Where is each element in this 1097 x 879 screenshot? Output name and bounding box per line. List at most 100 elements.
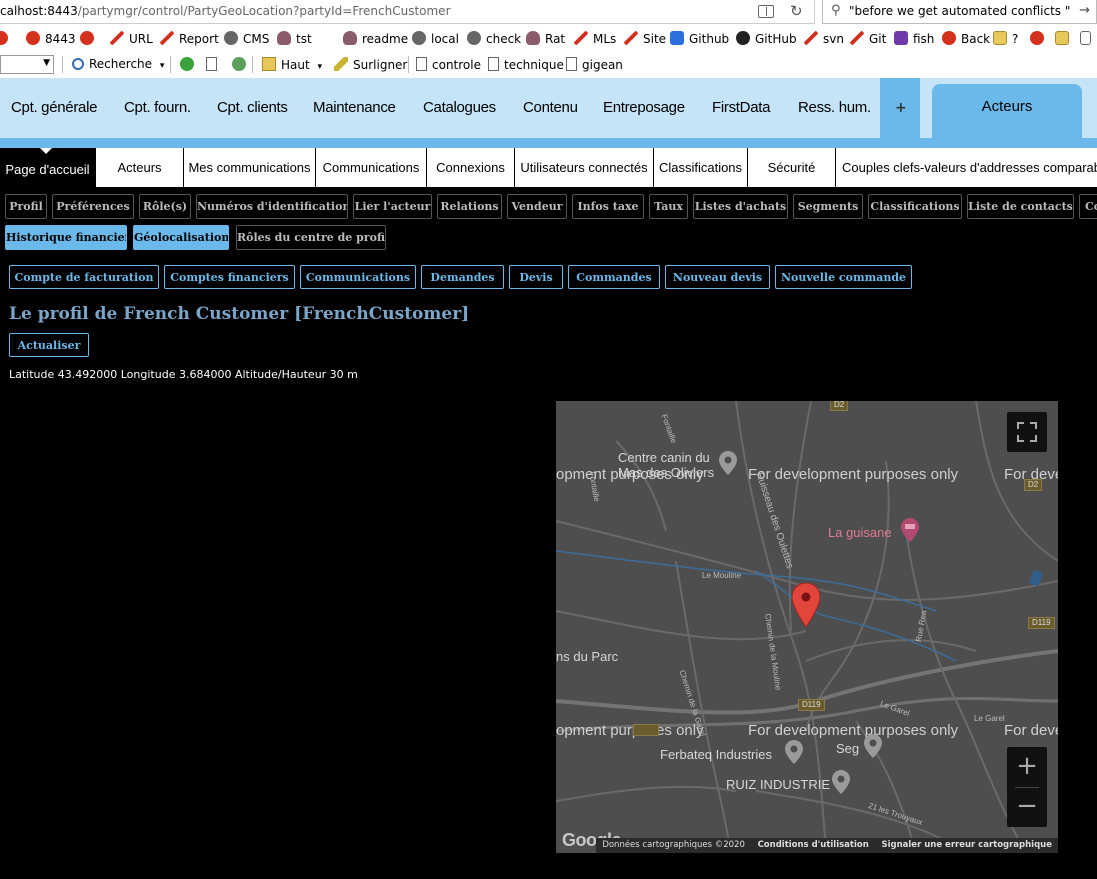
subnav-geolocalisation[interactable]: Géolocalisation [133,225,229,250]
bookmark-url[interactable]: URL [110,31,153,46]
tab-classifications[interactable]: Classifications [654,148,748,187]
poi-ruiz-industrie[interactable]: RUIZ INDUSTRIE [726,777,830,792]
menu-entreposage[interactable]: Entreposage [603,99,685,116]
bookmark-mls[interactable]: MLs [574,31,616,46]
subnav-liste-contacts[interactable]: Liste de contacts [967,194,1074,219]
menu-more-button[interactable]: + [880,78,920,138]
menu-ress-hum[interactable]: Ress. hum. [798,99,871,116]
devis-button[interactable]: Devis [509,265,563,289]
bookmark-image-icon[interactable] [1055,31,1074,46]
reload-icon[interactable]: ↻ [790,2,803,20]
bookmark-technique[interactable]: technique [488,57,564,72]
bookmark-github-2[interactable]: GitHub [736,31,797,46]
subnav-roles[interactable]: Rôle(s) [139,194,191,219]
hotel-pin-icon[interactable] [901,518,919,542]
poi-pin-icon[interactable] [832,770,850,794]
subnav-classifications[interactable]: Classifications [868,194,962,219]
bookmark-back[interactable]: Back [942,31,990,46]
terms-of-use-link[interactable]: Conditions d'utilisation [758,840,869,850]
subnav-preferences[interactable]: Préférences [52,194,134,219]
poi-la-guisane[interactable]: La guisane [828,525,892,540]
poi-centre-canin[interactable]: Centre canin du Mas des Oliviers [618,450,718,480]
nouvelle-commande-button[interactable]: Nouvelle commande [775,265,912,289]
tab-utilisateurs-connectes[interactable]: Utilisateurs connectés [515,148,654,187]
stack-button[interactable] [206,57,222,72]
subnav-roles-centre-profit[interactable]: Rôles du centre de profit [236,225,386,250]
surligner-button[interactable]: Surligner [334,57,407,72]
menu-cpt-generale[interactable]: Cpt. générale [11,99,97,116]
subnav-listes-achats[interactable]: Listes d'achats [693,194,788,219]
url-text[interactable]: calhost:8443/partymgr/control/PartyGeoLo… [0,4,451,18]
bookmark-tst[interactable]: tst [277,31,312,46]
zoom-in-button[interactable]: + [1007,747,1047,787]
subnav-numeros-identification[interactable]: Numéros d'identification [196,194,348,219]
tab-securite[interactable]: Sécurité [748,148,836,187]
subnav-relations[interactable]: Relations [437,194,502,219]
recherche-button[interactable]: Recherche ▾ [72,57,164,71]
poi-pin-icon[interactable] [719,451,737,475]
menu-contenu[interactable]: Contenu [523,99,578,116]
tab-couples-clefs-valeurs[interactable]: Couples clefs-valeurs d'addresses compar… [836,148,1097,187]
bookmark-favicon-icon[interactable] [0,31,13,46]
bookmark-readme[interactable]: readme [343,31,408,46]
poi-seg[interactable]: Seg [836,741,859,756]
tab-communications[interactable]: Communications [316,148,427,187]
compte-facturation-button[interactable]: Compte de facturation [9,265,159,289]
search-input[interactable]: "before we get automated conflicts " [849,4,1070,18]
bookmark-controle[interactable]: controle [416,57,481,72]
nouveau-devis-button[interactable]: Nouveau devis [665,265,770,289]
menu-cpt-clients[interactable]: Cpt. clients [217,99,288,116]
tab-mes-communications[interactable]: Mes communications [184,148,316,187]
subnav-infos-taxe[interactable]: Infos taxe [572,194,644,219]
report-map-error-link[interactable]: Signaler une erreur cartographique [881,840,1052,850]
url-bar[interactable]: calhost:8443/partymgr/control/PartyGeoLo… [0,0,815,24]
subnav-taux[interactable]: Taux [649,194,688,219]
bookmark-report[interactable]: Report [160,31,219,46]
location-marker-icon[interactable] [792,583,820,627]
tab-acteurs[interactable]: Acteurs [96,148,184,187]
subnav-profil[interactable]: Profil [5,194,47,219]
subnav-segments[interactable]: Segments [793,194,863,219]
poi-ferbateq[interactable]: Ferbateq Industries [660,747,772,762]
bookmark-8443[interactable]: 8443 [26,31,76,46]
arrow-right-icon[interactable]: → [1079,3,1090,18]
bookmark-svn[interactable]: svn [804,31,844,46]
demandes-button[interactable]: Demandes [421,265,504,289]
globe-button[interactable] [232,57,251,72]
clover-button[interactable] [180,57,199,72]
bookmark-help[interactable]: ? [993,31,1018,46]
subnav-lier-acteur[interactable]: Lier l'acteur [353,194,432,219]
tab-connexions[interactable]: Connexions [427,148,515,187]
bookmark-gigean[interactable]: gigean [566,57,623,72]
search-engine-dropdown[interactable] [0,55,54,74]
map-fullscreen-button[interactable] [1007,412,1047,452]
menu-cpt-fourn[interactable]: Cpt. fourn. [124,99,191,116]
menu-maintenance[interactable]: Maintenance [313,99,396,116]
actualiser-button[interactable]: Actualiser [9,333,89,357]
bookmark-window-icon[interactable] [1080,31,1096,46]
bookmark-site[interactable]: Site [624,31,666,46]
bookmark-git[interactable]: Git [850,31,886,46]
menu-acteurs-active[interactable]: Acteurs [932,84,1082,138]
bookmark-rat[interactable]: Rat [526,31,565,46]
reader-view-icon[interactable] [758,5,774,18]
menu-catalogues[interactable]: Catalogues [423,99,496,116]
poi-parc[interactable]: ns du Parc [556,649,618,664]
bookmark-local[interactable]: local [412,31,459,46]
subnav-historique-financier[interactable]: Historique financier [5,225,127,250]
google-map[interactable]: For development purposes only opment pur… [556,401,1058,853]
menu-firstdata[interactable]: FirstData [712,99,770,116]
poi-pin-icon[interactable] [864,734,882,758]
bookmark-fish[interactable]: fish [894,31,934,46]
communications-button[interactable]: Communications [300,265,416,289]
bookmark-firefox-icon[interactable] [1030,31,1049,46]
subnav-vendeur[interactable]: Vendeur [507,194,567,219]
haut-button[interactable]: Haut ▾ [262,57,322,72]
bookmark-refresh-icon[interactable] [80,31,99,46]
poi-pin-icon[interactable] [785,740,803,764]
subnav-co-truncated[interactable]: Co [1079,194,1097,219]
bookmark-cms[interactable]: CMS [224,31,269,46]
bookmark-github[interactable]: Github [670,31,729,46]
comptes-financiers-button[interactable]: Comptes financiers [164,265,295,289]
zoom-out-button[interactable]: − [1007,787,1047,827]
